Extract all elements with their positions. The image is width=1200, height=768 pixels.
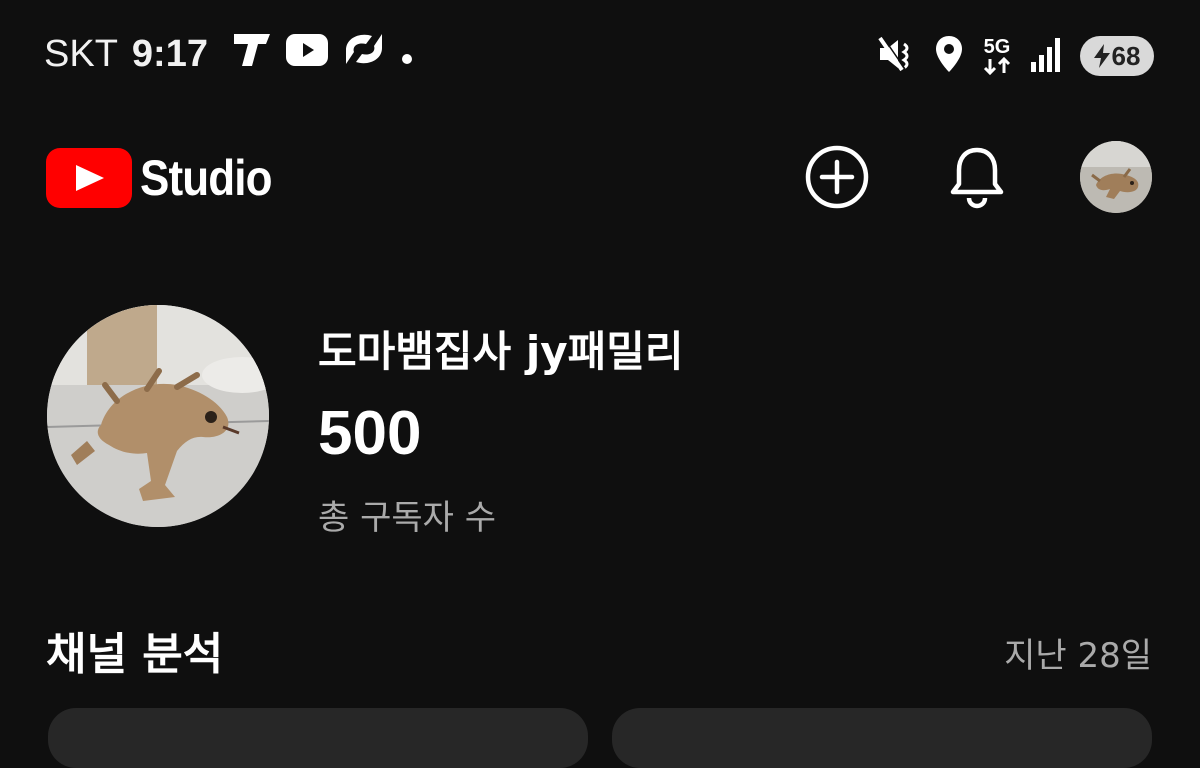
gecko-avatar-image (1080, 141, 1152, 213)
notifications-bell-icon (950, 147, 1004, 209)
channel-name: 도마뱀집사 jy패밀리 (318, 327, 684, 376)
channel-analytics-title: 채널 분석 (46, 629, 224, 680)
analytics-card[interactable] (48, 708, 588, 768)
signal-icon (1030, 36, 1062, 76)
location-icon (934, 34, 964, 78)
gecko-channel-image (47, 305, 269, 527)
t-map-icon (232, 30, 272, 78)
battery-indicator: 68 (1080, 36, 1154, 76)
create-button[interactable] (804, 144, 870, 210)
analytics-period[interactable]: 지난 28일 (1004, 628, 1152, 677)
battery-level: 68 (1111, 40, 1141, 71)
youtube-studio-logo[interactable]: Studio (46, 148, 290, 208)
status-bar-right: 5G 68 (876, 34, 1154, 78)
5g-icon: 5G (982, 37, 1012, 75)
notifications-button[interactable] (944, 144, 1010, 210)
youtube-play-logo-icon (46, 148, 132, 208)
subscriber-label: 총 구독자 수 (318, 498, 497, 538)
carrier-label: SKT (44, 32, 118, 75)
analytics-card[interactable] (612, 708, 1152, 768)
create-add-icon (805, 145, 869, 209)
status-bar-left: SKT 9:17 (44, 30, 414, 78)
dot-icon (400, 33, 414, 76)
channel-avatar[interactable] (47, 305, 269, 527)
youtube-icon (285, 33, 328, 76)
account-avatar[interactable] (1080, 141, 1152, 213)
vibrate-mute-icon (876, 34, 916, 78)
subscriber-count: 500 (318, 399, 422, 468)
clock: 9:17 (131, 32, 208, 75)
app-name: Studio (140, 150, 272, 206)
charging-bolt-icon (1093, 44, 1110, 68)
swirl-app-icon (342, 30, 386, 78)
